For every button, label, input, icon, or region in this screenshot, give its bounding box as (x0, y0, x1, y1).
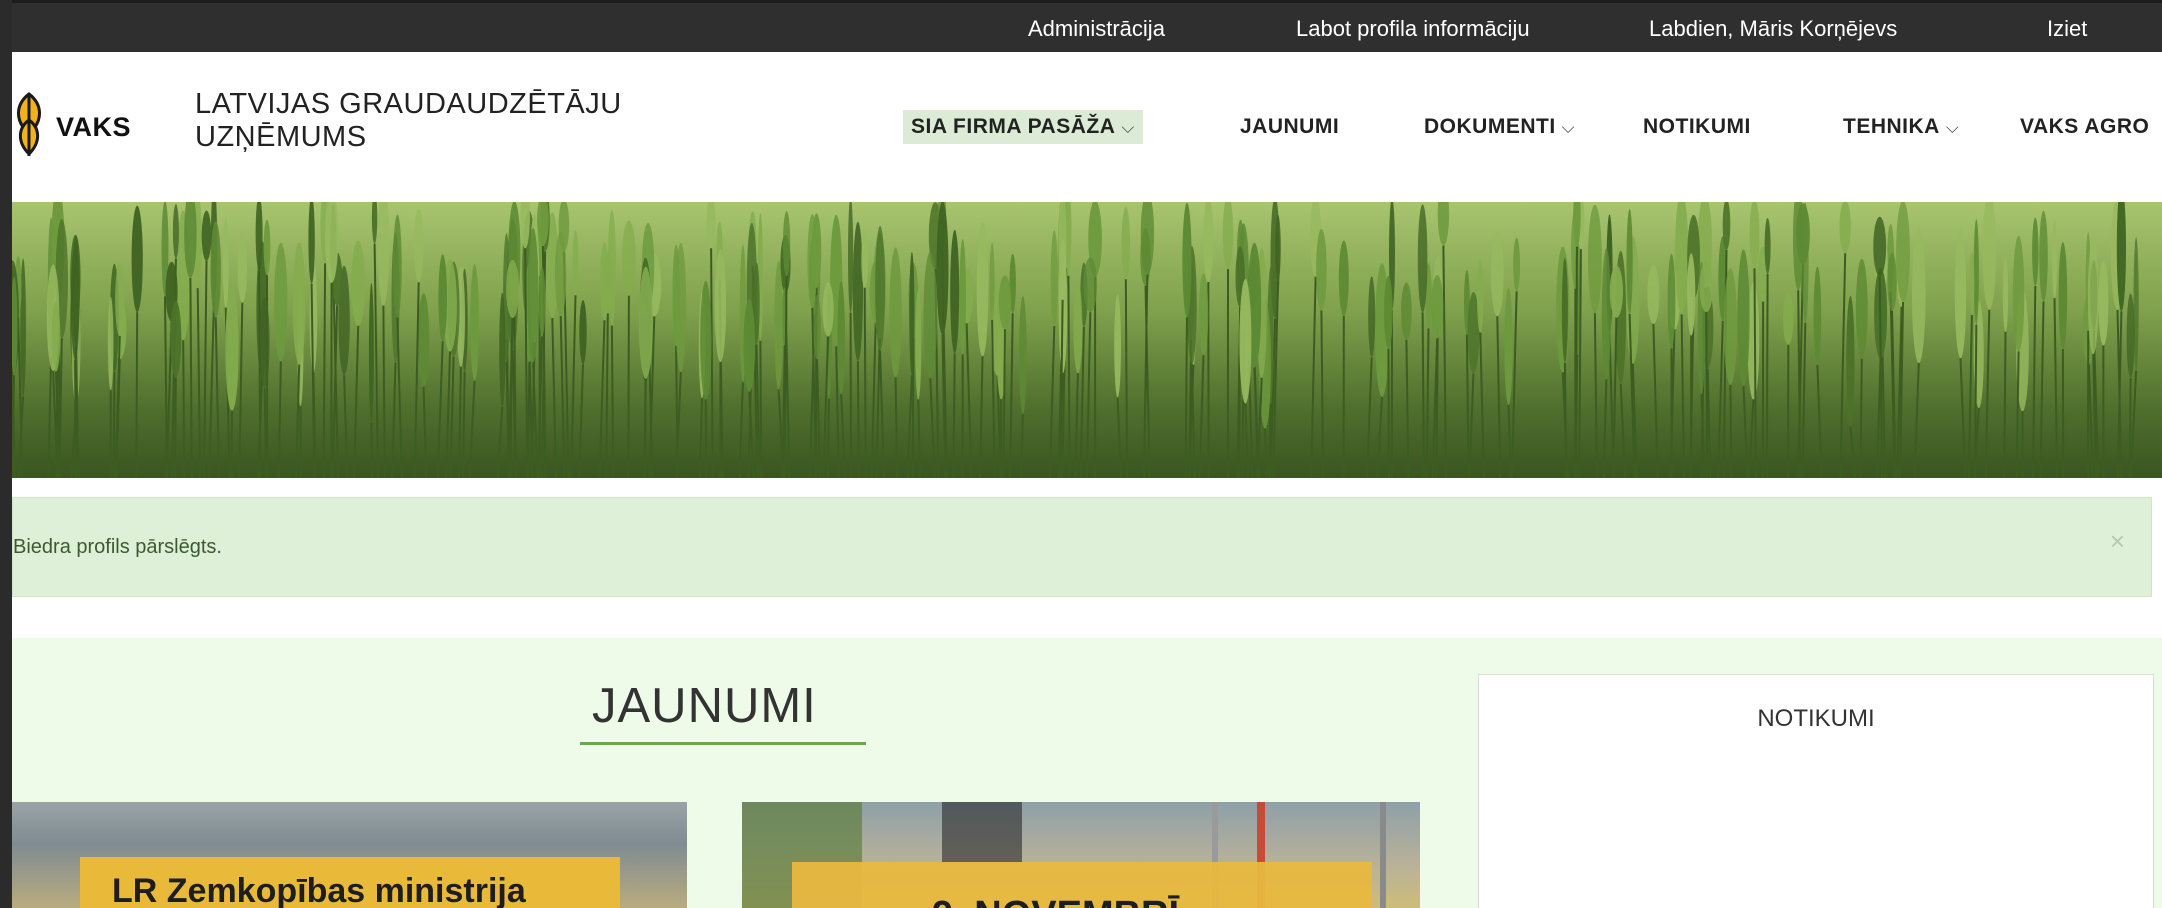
close-icon[interactable]: × (2110, 526, 2125, 557)
card-banner-text: LR Zemkopības ministrija (112, 872, 526, 908)
nav-notikumi[interactable]: NOTIKUMI (1643, 110, 1751, 144)
administration-link[interactable]: Administrācija (1028, 16, 1165, 42)
events-widget: NOTIKUMI (1478, 674, 2154, 908)
card-banner-text: 9. NOVEMBRĪ (932, 894, 1179, 908)
chevron-down-icon: ⌵ (1121, 118, 1135, 137)
chevron-down-icon: ⌵ (1561, 118, 1576, 137)
chevron-down-icon: ⌵ (1945, 118, 1960, 137)
page: Administrācija Labot profila informāciju… (12, 0, 2162, 908)
logo-text[interactable]: VAKS (56, 112, 131, 143)
nav-label: VAKS AGRO (2020, 115, 2150, 138)
edit-profile-link[interactable]: Labot profila informāciju (1296, 16, 1530, 42)
admin-bar: Administrācija Labot profila informāciju… (12, 0, 2162, 52)
nav-jaunumi[interactable]: JAUNUMI (1240, 110, 1339, 144)
logout-link[interactable]: Iziet (2047, 16, 2087, 42)
nav-label: TEHNIKA (1843, 115, 1940, 138)
nav-label: SIA FIRMA PASĀŽA (911, 115, 1116, 138)
wheat-logo-icon[interactable] (12, 90, 46, 160)
events-title: NOTIKUMI (1757, 705, 1875, 732)
nav-vaks-agro[interactable]: VAKS AGRO (2020, 110, 2149, 144)
nav-label: DOKUMENTI (1424, 115, 1556, 138)
wheat-field-banner (12, 202, 2162, 478)
heading-underline (580, 742, 866, 745)
success-alert: Biedra profils pārslēgts. × (12, 497, 2152, 597)
nav-dokumenti[interactable]: DOKUMENTI ⌵ (1424, 110, 1575, 144)
nav-label: NOTIKUMI (1643, 115, 1751, 138)
greeting-link[interactable]: Labdien, Māris Korņējevs (1649, 16, 1897, 42)
wheat-field-image (12, 202, 2139, 478)
nav-label: JAUNUMI (1240, 115, 1340, 138)
nav-tehnika[interactable]: TEHNIKA ⌵ (1843, 110, 1959, 144)
nav-sia-firma-pasaza[interactable]: SIA FIRMA PASĀŽA ⌵ (903, 110, 1143, 144)
news-heading: JAUNUMI (592, 679, 817, 733)
news-card[interactable]: 9. NOVEMBRĪ (742, 802, 1420, 908)
main-content: JAUNUMI LR Zemkopības ministrija 9. NOVE… (12, 638, 2162, 908)
news-card[interactable]: LR Zemkopības ministrija (12, 802, 687, 908)
site-header: VAKS LATVIJAS GRAUDAUDZĒTĀJU UZŅĒMUMS SI… (12, 52, 2162, 202)
organization-name: LATVIJAS GRAUDAUDZĒTĀJU UZŅĒMUMS (195, 88, 622, 153)
alert-message: Biedra profils pārslēgts. (13, 536, 222, 558)
